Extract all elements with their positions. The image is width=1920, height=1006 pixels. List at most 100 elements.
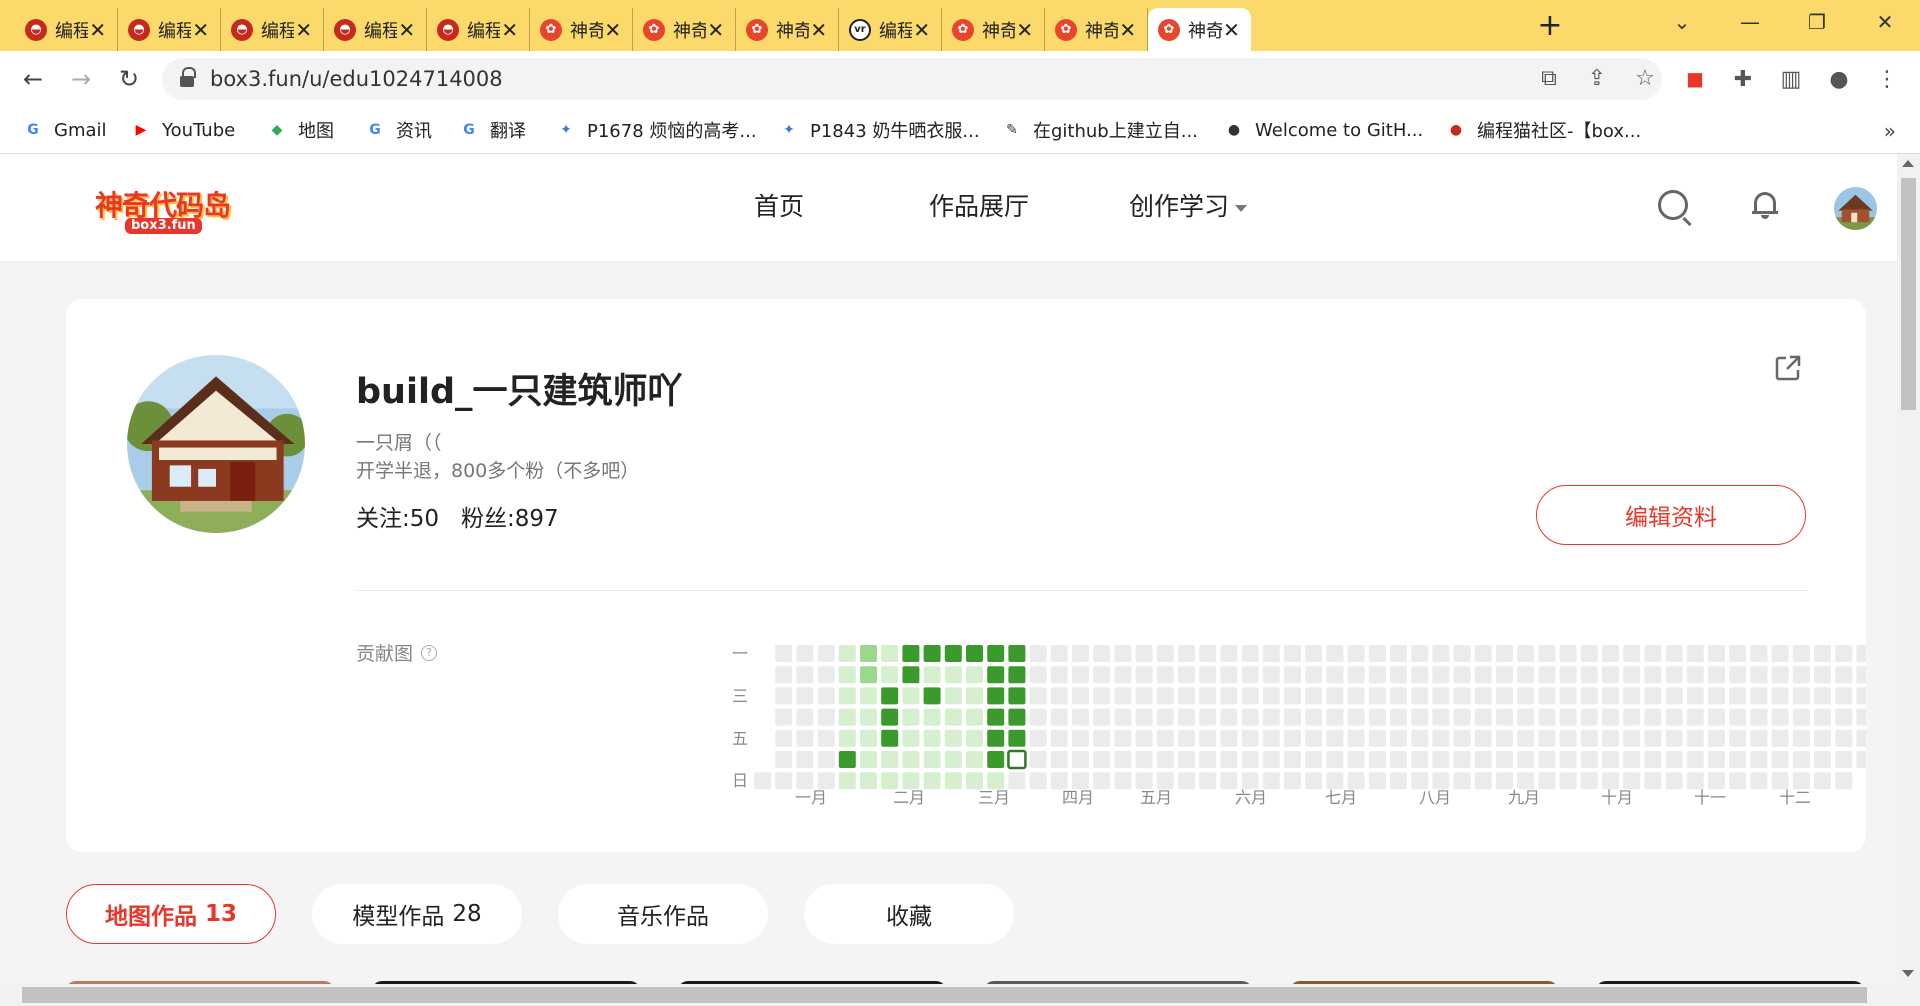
- close-tab-icon[interactable]: ✕: [1118, 18, 1137, 42]
- heatmap-cell[interactable]: [1792, 666, 1810, 684]
- browser-tab[interactable]: ✿ 神奇 ✕: [1045, 8, 1148, 51]
- heatmap-cell[interactable]: [1241, 729, 1259, 747]
- heatmap-cell[interactable]: [1050, 687, 1068, 705]
- heatmap-cell[interactable]: [923, 751, 941, 768]
- heatmap-cell[interactable]: [1559, 729, 1577, 747]
- close-tab-icon[interactable]: ✕: [1015, 18, 1034, 42]
- heatmap-cell[interactable]: [1156, 708, 1174, 726]
- heatmap-cell[interactable]: [1750, 751, 1768, 768]
- heatmap-cell[interactable]: [1750, 729, 1768, 747]
- close-tab-icon[interactable]: ✕: [397, 18, 416, 42]
- heatmap-cell[interactable]: [817, 751, 835, 768]
- office-extension-icon[interactable]: ◼: [1678, 63, 1712, 97]
- heatmap-cell[interactable]: [1029, 645, 1047, 662]
- heatmap-cell[interactable]: [1814, 645, 1831, 662]
- heatmap-cell[interactable]: [1559, 666, 1577, 684]
- heatmap-cell[interactable]: [1390, 708, 1407, 726]
- browser-tab[interactable]: ✿ 神奇 ✕: [530, 8, 633, 51]
- heatmap-cell[interactable]: [1792, 708, 1810, 726]
- heatmap-cell[interactable]: [1347, 751, 1365, 768]
- heatmap-cell[interactable]: [1305, 751, 1323, 768]
- heatmap-cell[interactable]: [1708, 645, 1725, 662]
- heatmap-cell[interactable]: [987, 772, 1005, 790]
- heatmap-cell[interactable]: [1580, 729, 1598, 747]
- heatmap-cell[interactable]: [1008, 729, 1026, 747]
- scroll-up-icon[interactable]: [1902, 160, 1914, 167]
- heatmap-cell[interactable]: [1559, 772, 1577, 790]
- heatmap-cell[interactable]: [1072, 687, 1089, 705]
- heatmap-cell[interactable]: [1199, 666, 1217, 684]
- heatmap-cell[interactable]: [817, 645, 835, 662]
- heatmap-cell[interactable]: [1326, 645, 1344, 662]
- heatmap-cell[interactable]: [1496, 751, 1513, 768]
- heatmap-cell[interactable]: [1835, 645, 1853, 662]
- heatmap-cell[interactable]: [1708, 708, 1725, 726]
- heatmap-cell[interactable]: [1602, 666, 1619, 684]
- heatmap-cell[interactable]: [1496, 729, 1513, 747]
- heatmap-cell[interactable]: [881, 666, 899, 684]
- vertical-scrollbar[interactable]: [1897, 154, 1920, 984]
- heatmap-cell[interactable]: [1411, 666, 1429, 684]
- heatmap-cell[interactable]: [1835, 708, 1853, 726]
- heatmap-cell[interactable]: [1432, 729, 1450, 747]
- close-tab-icon[interactable]: ✕: [1222, 18, 1241, 42]
- close-tab-icon[interactable]: ✕: [294, 18, 313, 42]
- heatmap-cell[interactable]: [1411, 645, 1429, 662]
- heatmap-cell[interactable]: [1835, 687, 1853, 705]
- heatmap-cell[interactable]: [1220, 729, 1238, 747]
- heatmap-cell[interactable]: [1178, 645, 1195, 662]
- heatmap-cell[interactable]: [1856, 729, 1866, 747]
- heatmap-cell[interactable]: [775, 729, 793, 747]
- heatmap-cell[interactable]: [1453, 772, 1471, 790]
- heatmap-cell[interactable]: [902, 645, 920, 662]
- heatmap-cell[interactable]: [1093, 751, 1111, 768]
- heatmap-cell[interactable]: [1093, 645, 1111, 662]
- heatmap-cell[interactable]: [987, 666, 1005, 684]
- heatmap-cell[interactable]: [1602, 645, 1619, 662]
- heatmap-cell[interactable]: [1644, 729, 1662, 747]
- heatmap-cell[interactable]: [1284, 666, 1301, 684]
- heatmap-cell[interactable]: [1262, 708, 1280, 726]
- heatmap-cell[interactable]: [1178, 666, 1195, 684]
- heatmap-cell[interactable]: [1580, 645, 1598, 662]
- heatmap-cell[interactable]: [1050, 666, 1068, 684]
- heatmap-cell[interactable]: [1368, 772, 1386, 790]
- bookmark-item[interactable]: ◆ 地图: [266, 115, 334, 145]
- close-tab-icon[interactable]: ✕: [706, 18, 725, 42]
- heatmap-cell[interactable]: [775, 666, 793, 684]
- heatmap-cell[interactable]: [1178, 708, 1195, 726]
- heatmap-cell[interactable]: [1665, 666, 1683, 684]
- horizontal-scrollbar[interactable]: [0, 984, 1920, 1006]
- heatmap-cell[interactable]: [1114, 772, 1132, 790]
- heatmap-cell[interactable]: [1771, 708, 1789, 726]
- heatmap-cell[interactable]: [1114, 729, 1132, 747]
- heatmap-cell[interactable]: [1156, 772, 1174, 790]
- heatmap-cell[interactable]: [1686, 645, 1704, 662]
- heatmap-cell[interactable]: [1602, 708, 1619, 726]
- heatmap-cell[interactable]: [838, 708, 856, 726]
- heatmap-cell[interactable]: [1453, 729, 1471, 747]
- heatmap-cell[interactable]: [1008, 708, 1026, 726]
- heatmap-cell[interactable]: [1750, 687, 1768, 705]
- bookmark-star-icon[interactable]: ☆: [1630, 64, 1660, 94]
- menu-icon[interactable]: ⋮: [1870, 63, 1904, 97]
- heatmap-cell[interactable]: [1305, 645, 1323, 662]
- heatmap-cell[interactable]: [1390, 687, 1407, 705]
- heatmap-cell[interactable]: [1538, 708, 1556, 726]
- heatmap-cell[interactable]: [1390, 666, 1407, 684]
- heatmap-cell[interactable]: [1665, 729, 1683, 747]
- heatmap-cell[interactable]: [1559, 708, 1577, 726]
- heatmap-cell[interactable]: [1072, 729, 1089, 747]
- horizontal-scroll-thumb[interactable]: [22, 987, 1867, 1003]
- side-panel-icon[interactable]: ▥: [1774, 63, 1808, 97]
- heatmap-cell[interactable]: [1729, 645, 1747, 662]
- heatmap-cell[interactable]: [902, 751, 920, 768]
- heatmap-cell[interactable]: [1050, 729, 1068, 747]
- heatmap-cell[interactable]: [1814, 666, 1831, 684]
- heatmap-cell[interactable]: [796, 772, 814, 790]
- heatmap-cell[interactable]: [1347, 708, 1365, 726]
- close-tab-icon[interactable]: ✕: [809, 18, 828, 42]
- heatmap-cell[interactable]: [1050, 772, 1068, 790]
- heatmap-cell[interactable]: [1538, 772, 1556, 790]
- heatmap-cell[interactable]: [1326, 729, 1344, 747]
